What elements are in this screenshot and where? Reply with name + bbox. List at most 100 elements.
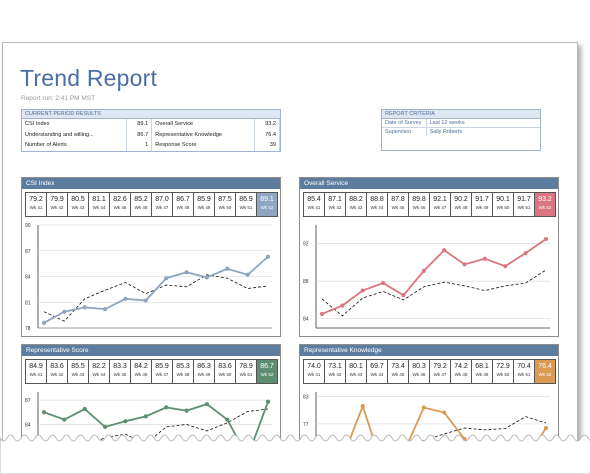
criteria-value[interactable]: Sally Roberts (426, 127, 540, 136)
week-value: 82.6 (113, 196, 127, 203)
report-page: Trend Report Report run: 2:41 PM MST CUR… (2, 42, 578, 462)
trend-point (225, 266, 230, 271)
trend-point (225, 417, 230, 422)
week-label: Wk 49 (475, 205, 489, 210)
week-label: Wk 45 (391, 205, 405, 210)
week-value: 78.9 (239, 363, 253, 370)
week-label: Wk 44 (370, 205, 384, 210)
week-label: Wk 49 (475, 372, 489, 377)
trend-line (321, 238, 547, 315)
week-cell: 88.8 Wk 44 (366, 192, 388, 217)
week-cell: 85.5 Wk 43 (67, 359, 89, 384)
trend-point (123, 419, 128, 424)
trend-point (62, 417, 67, 422)
criteria-row: Date of Survey Last 12 weeks (382, 119, 540, 128)
trend-point (245, 272, 250, 277)
week-label: Wk 47 (155, 372, 169, 377)
week-cell: 81.1 Wk 44 (88, 192, 110, 217)
week-value: 88.8 (370, 196, 384, 203)
weekly-values-strip: 85.4 Wk 41 87.1 Wk 42 88.2 Wk 43 88.8 Wk 44 87.8… (303, 192, 556, 217)
metric-name: Number of Alerts (22, 140, 128, 151)
week-cell: 85.3 Wk 48 (172, 359, 194, 384)
benchmark-line (321, 269, 547, 317)
week-label: Wk 44 (92, 205, 106, 210)
week-label: Wk 52 (260, 372, 274, 377)
week-label: Wk 45 (113, 372, 127, 377)
week-value: 80.3 (412, 363, 426, 370)
week-cell: 85.9 Wk 47 (151, 359, 173, 384)
y-tick-label: 84 (25, 275, 31, 281)
week-label: Wk 43 (349, 205, 363, 210)
week-cell: 85.4 Wk 41 (303, 192, 325, 217)
week-value: 85.5 (71, 363, 85, 370)
week-cell: 73.4 Wk 45 (387, 359, 409, 384)
metric-name: Overall Service (151, 119, 256, 130)
trend-point (401, 293, 406, 298)
trend-point (319, 311, 325, 317)
week-value: 82.2 (92, 363, 106, 370)
week-cell: 86.9 Wk 51 (235, 192, 257, 217)
week-value: 92.1 (433, 196, 447, 203)
week-label: Wk 51 (239, 205, 253, 210)
week-label: Wk 51 (517, 205, 531, 210)
week-value: 72.9 (496, 363, 510, 370)
torn-edge (0, 434, 590, 474)
week-label: Wk 51 (239, 372, 253, 377)
y-tick-label: 92 (303, 242, 309, 248)
trend-point (204, 275, 210, 280)
trend-point (204, 402, 210, 407)
trend-point (340, 303, 345, 308)
trend-point (102, 307, 108, 312)
week-label: Wk 52 (538, 205, 552, 210)
metric-value: 86.7 (126, 129, 153, 140)
week-cell: 91.7 Wk 51 (513, 192, 535, 217)
csi-index-panel: CSI Index 79.2 Wk 41 79.9 Wk 42 80.5 Wk 43 81.1… (21, 177, 281, 337)
panel-title: Representative Score (22, 345, 280, 356)
week-label: Wk 42 (328, 372, 342, 377)
week-cell: 85.9 Wk 49 (193, 192, 215, 217)
metric-name: CSI Index (22, 119, 128, 130)
week-label: Wk 50 (218, 372, 232, 377)
week-cell: 78.9 Wk 51 (235, 359, 257, 384)
week-label: Wk 48 (454, 372, 468, 377)
report-criteria: REPORT CRITERIA Date of Survey Last 12 w… (381, 109, 541, 151)
week-label: Wk 47 (433, 372, 447, 377)
weekly-values-strip: 74.0 Wk 41 73.1 Wk 42 80.1 Wk 43 69.7 Wk 44 73.4… (303, 359, 556, 384)
results-row: Number of Alerts 1 Response Score 39 (22, 140, 280, 151)
week-cell: 84.2 Wk 46 (130, 359, 152, 384)
week-cell: 79.2 Wk 47 (429, 359, 451, 384)
criteria-table: Date of Survey Last 12 weeks Supervisor … (382, 119, 540, 136)
week-value: 73.4 (391, 363, 405, 370)
week-value: 89.1 (260, 196, 274, 203)
week-cell: 86.3 Wk 49 (193, 359, 215, 384)
week-value: 84.2 (134, 363, 148, 370)
week-value: 87.5 (218, 196, 232, 203)
week-label: Wk 41 (307, 205, 321, 210)
benchmark-line (43, 274, 269, 322)
criteria-header: REPORT CRITERIA (382, 110, 540, 119)
report-title: Trend Report (20, 65, 158, 91)
week-value: 79.2 (433, 363, 447, 370)
week-cell: 70.4 Wk 51 (513, 359, 535, 384)
y-tick-label: 90 (25, 223, 31, 229)
week-value: 90.2 (454, 196, 468, 203)
week-label: Wk 47 (155, 205, 169, 210)
trend-point (503, 264, 508, 269)
week-value: 69.7 (370, 363, 384, 370)
metric-name: Representative Knowledge (151, 129, 256, 140)
criteria-value[interactable]: Last 12 weeks (426, 119, 540, 128)
week-label: Wk 49 (197, 205, 211, 210)
trend-point (143, 414, 148, 419)
week-value: 79.2 (29, 196, 43, 203)
week-label: Wk 44 (92, 372, 106, 377)
week-value: 85.2 (134, 196, 148, 203)
week-cell: 80.3 Wk 46 (408, 359, 430, 384)
week-label: Wk 45 (391, 372, 405, 377)
week-cell: 90.2 Wk 48 (450, 192, 472, 217)
metric-value: 76.4 (254, 129, 280, 140)
criteria-label: Date of Survey (382, 119, 427, 128)
week-cell: 88.2 Wk 43 (345, 192, 367, 217)
week-value: 89.8 (412, 196, 426, 203)
trend-point (360, 404, 365, 409)
week-cell: 79.2 Wk 41 (25, 192, 47, 217)
